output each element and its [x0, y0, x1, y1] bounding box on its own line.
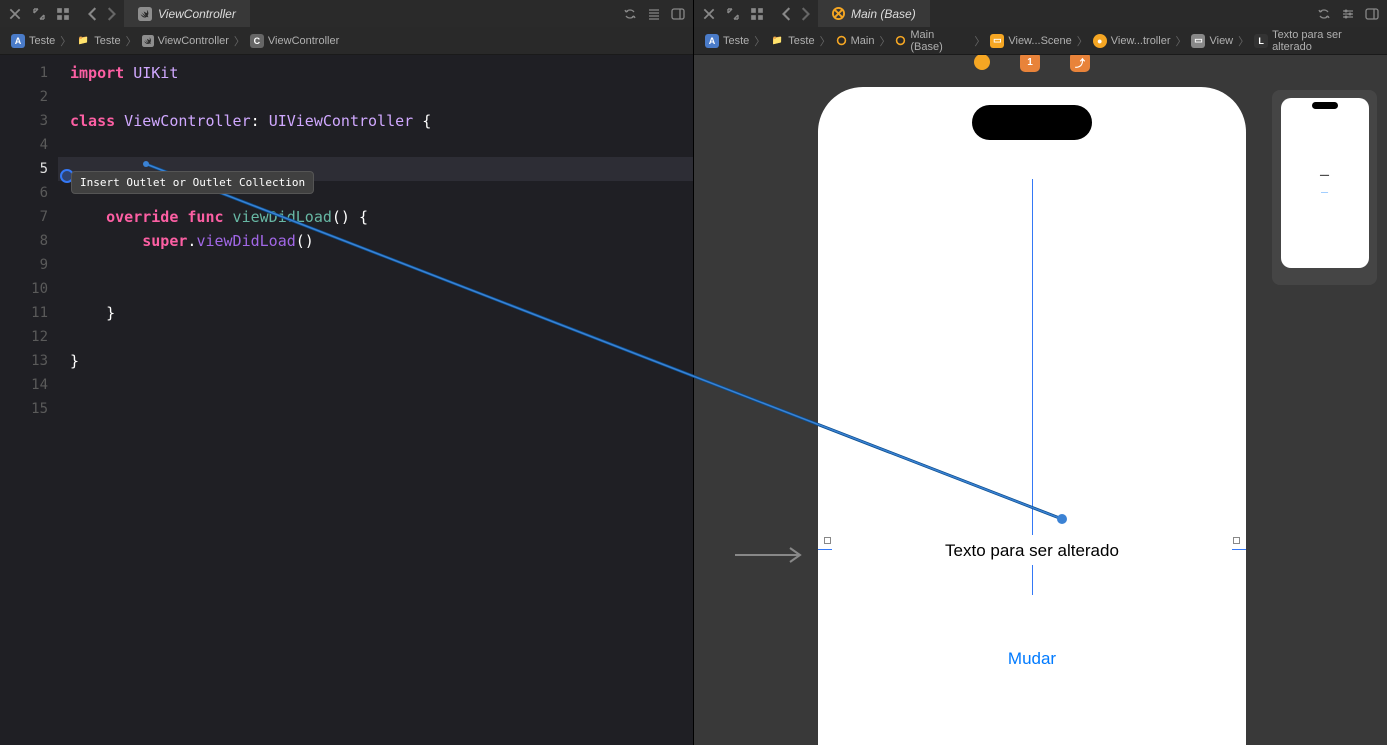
constraint-line — [1032, 179, 1033, 535]
tab-label: ViewController — [158, 7, 236, 21]
interface-builder-canvas[interactable]: 1 ⤴ Texto para ser alterado Mudar — [694, 55, 1387, 745]
code-content[interactable]: import UIKit class ViewController: UIVie… — [58, 55, 693, 745]
left-tab-bar: ViewController — [0, 0, 693, 27]
scene-toolbar: 1 ⤴ — [818, 55, 1246, 77]
first-responder-icon[interactable]: 1 — [1020, 55, 1040, 72]
expand-icon[interactable] — [32, 7, 46, 21]
swift-icon — [142, 35, 154, 47]
breadcrumb-label: Teste — [788, 35, 814, 47]
storyboard-icon — [895, 35, 906, 46]
app-icon: A — [705, 34, 719, 48]
back-icon[interactable] — [780, 7, 794, 21]
scene-badge-icon[interactable] — [974, 55, 990, 70]
close-icon[interactable] — [702, 7, 716, 21]
breadcrumb-label: Teste — [723, 35, 749, 47]
minimap-device: ━━━ ── — [1281, 98, 1369, 268]
breadcrumb-label: Teste — [94, 35, 120, 47]
right-breadcrumb: ATeste 〉 📁Teste 〉 Main 〉 Main (Base) 〉 ▭… — [694, 27, 1387, 55]
breadcrumb-item[interactable]: ▭ View — [1188, 34, 1236, 48]
device-notch — [972, 105, 1092, 140]
breadcrumb-label: View...troller — [1111, 35, 1171, 47]
controller-icon: ● — [1093, 34, 1107, 48]
breadcrumb-label: Texto para ser alterado — [1272, 29, 1384, 53]
lines-icon[interactable] — [647, 7, 661, 21]
minimap[interactable]: ━━━ ── — [1272, 90, 1377, 285]
close-icon[interactable] — [8, 7, 22, 21]
tab-label: Main (Base) — [851, 7, 916, 21]
panel-icon[interactable] — [1365, 7, 1379, 21]
breadcrumb-label: Main — [851, 35, 875, 47]
refresh-icon[interactable] — [1317, 7, 1331, 21]
minimap-button: ── — [1281, 190, 1369, 196]
minimap-notch — [1312, 102, 1338, 109]
ui-button[interactable]: Mudar — [818, 649, 1246, 669]
breadcrumb-item[interactable]: A Teste — [8, 34, 58, 48]
app-icon: A — [11, 34, 25, 48]
breadcrumb-label: Teste — [29, 35, 55, 47]
breadcrumb-label: View...Scene — [1008, 35, 1071, 47]
breadcrumb-label: ViewController — [268, 35, 339, 47]
forward-icon[interactable] — [104, 7, 118, 21]
right-tab-bar: Main (Base) — [694, 0, 1387, 27]
ui-label[interactable]: Texto para ser alterado — [818, 541, 1246, 561]
breadcrumb-item[interactable]: ViewController — [139, 35, 232, 47]
grid-icon[interactable] — [56, 7, 70, 21]
forward-icon[interactable] — [798, 7, 812, 21]
class-icon: C — [250, 34, 264, 48]
tab-main-base[interactable]: Main (Base) — [818, 0, 930, 27]
constraint-line — [1032, 565, 1033, 595]
tab-viewcontroller[interactable]: ViewController — [124, 0, 250, 27]
left-breadcrumb: ATeste 〉 📁Teste 〉 ViewController 〉 CView… — [0, 27, 693, 55]
folder-icon: 📁 — [770, 34, 784, 48]
grid-icon[interactable] — [750, 7, 764, 21]
breadcrumb-item[interactable]: ▭ View...Scene — [987, 34, 1074, 48]
breadcrumb-item[interactable]: L Texto para ser alterado — [1251, 29, 1387, 53]
line-gutter: 1 2 3 4 5 6 7 8 9 10 11 12 13 14 15 — [0, 55, 58, 745]
breadcrumb-label: View — [1209, 35, 1233, 47]
scene-icon: ▭ — [990, 34, 1004, 48]
breadcrumb-item[interactable]: C ViewController — [247, 34, 342, 48]
entry-point-arrow — [730, 545, 810, 565]
breadcrumb-item[interactable]: A Teste — [702, 34, 752, 48]
expand-icon[interactable] — [726, 7, 740, 21]
swift-file-icon — [138, 7, 152, 21]
breadcrumb-item[interactable]: 📁 Teste — [767, 34, 817, 48]
breadcrumb-label: ViewController — [158, 35, 229, 47]
storyboard-icon — [836, 35, 847, 46]
outlet-tooltip: Insert Outlet or Outlet Collection — [71, 171, 314, 194]
label-icon: L — [1254, 34, 1268, 48]
view-icon: ▭ — [1191, 34, 1205, 48]
breadcrumb-item[interactable]: Main (Base) — [892, 29, 972, 53]
breadcrumb-item[interactable]: Main — [833, 35, 878, 47]
breadcrumb-item[interactable]: ● View...troller — [1090, 34, 1174, 48]
adjust-icon[interactable] — [1341, 7, 1355, 21]
minimap-label: ━━━ — [1281, 173, 1369, 179]
exit-icon[interactable]: ⤴ — [1070, 55, 1090, 72]
code-editor[interactable]: 1 2 3 4 5 6 7 8 9 10 11 12 13 14 15 impo… — [0, 55, 693, 745]
storyboard-icon — [832, 7, 845, 20]
breadcrumb-label: Main (Base) — [910, 29, 969, 53]
breadcrumb-item[interactable]: 📁 Teste — [73, 34, 123, 48]
folder-icon: 📁 — [76, 34, 90, 48]
refresh-icon[interactable] — [623, 7, 637, 21]
panel-icon[interactable] — [671, 7, 685, 21]
back-icon[interactable] — [86, 7, 100, 21]
device-preview[interactable]: Texto para ser alterado Mudar — [818, 87, 1246, 745]
